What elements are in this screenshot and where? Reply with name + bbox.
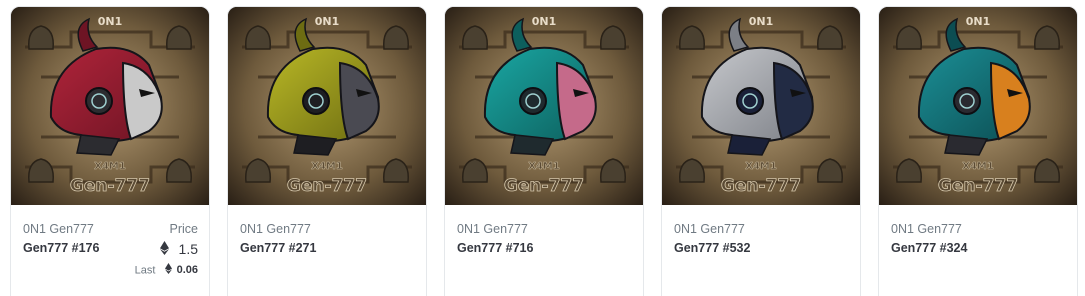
nft-image[interactable]: 0N1 X4M1 Gen-777 xyxy=(228,7,426,205)
nft-image[interactable]: 0N1 X4M1 Gen-777 xyxy=(445,7,643,205)
token-name[interactable]: Gen777 #324 xyxy=(891,239,1065,257)
card-info: 0N1 Gen777 Gen777 #324 xyxy=(879,205,1077,257)
nft-card-grid: 0N1 X4M1 Gen-777 0N1 Gen777 Gen777 #176 Pr… xyxy=(0,0,1085,296)
art-title-text: Gen-777 xyxy=(70,176,150,196)
token-name[interactable]: Gen777 #716 xyxy=(457,239,631,257)
last-sale: Last 0.06 xyxy=(135,263,198,278)
art-sub-text: X4M1 xyxy=(311,161,343,172)
last-value: 0.06 xyxy=(164,263,198,278)
collection-name[interactable]: 0N1 Gen777 xyxy=(240,221,414,237)
nft-card[interactable]: 0N1 X4M1 Gen-777 0N1 Gen777 Gen777 #271 xyxy=(227,6,427,296)
art-logo-text: 0N1 xyxy=(532,15,557,28)
card-info: 0N1 Gen777 Gen777 #716 xyxy=(445,205,643,257)
collection-name[interactable]: 0N1 Gen777 xyxy=(891,221,1065,237)
nft-card[interactable]: 0N1 X4M1 Gen-777 0N1 Gen777 Gen777 #324 xyxy=(878,6,1078,296)
art-sub-text: X4M1 xyxy=(94,161,126,172)
price-amount: 1.5 xyxy=(178,241,198,257)
nft-card[interactable]: 0N1 X4M1 Gen-777 0N1 Gen777 Gen777 #176 Pr… xyxy=(10,6,210,296)
art-logo-text: 0N1 xyxy=(315,15,340,28)
art-logo-text: 0N1 xyxy=(749,15,774,28)
art-logo-text: 0N1 xyxy=(966,15,991,28)
price-label: Price xyxy=(169,222,198,236)
token-name[interactable]: Gen777 #532 xyxy=(674,239,848,257)
last-label: Last xyxy=(134,264,156,277)
nft-artwork: 0N1 X4M1 Gen-777 xyxy=(879,7,1077,205)
art-title-text: Gen-777 xyxy=(504,176,584,196)
art-title-text: Gen-777 xyxy=(938,176,1018,196)
art-title-text: Gen-777 xyxy=(287,176,367,196)
art-sub-text: X4M1 xyxy=(745,161,777,172)
token-name[interactable]: Gen777 #271 xyxy=(240,239,414,257)
nft-image[interactable]: 0N1 X4M1 Gen-777 xyxy=(879,7,1077,205)
card-info: 0N1 Gen777 Gen777 #271 xyxy=(228,205,426,257)
last-amount: 0.06 xyxy=(176,264,198,277)
nft-card[interactable]: 0N1 X4M1 Gen-777 0N1 Gen777 Gen777 #716 xyxy=(444,6,644,296)
price-value: 1.5 xyxy=(135,239,198,261)
nft-image[interactable]: 0N1 X4M1 Gen-777 xyxy=(662,7,860,205)
price-block: Price 1.5 Last 0.06 xyxy=(135,221,198,278)
collection-name[interactable]: 0N1 Gen777 xyxy=(674,221,848,237)
art-logo-text: 0N1 xyxy=(98,15,123,28)
nft-image[interactable]: 0N1 X4M1 Gen-777 xyxy=(11,7,209,205)
nft-artwork: 0N1 X4M1 Gen-777 xyxy=(228,7,426,205)
art-sub-text: X4M1 xyxy=(962,161,994,172)
card-info: 0N1 Gen777 Gen777 #532 xyxy=(662,205,860,257)
nft-artwork: 0N1 X4M1 Gen-777 xyxy=(445,7,643,205)
art-sub-text: X4M1 xyxy=(528,161,560,172)
ethereum-icon xyxy=(159,240,169,260)
collection-name[interactable]: 0N1 Gen777 xyxy=(457,221,631,237)
nft-card[interactable]: 0N1 X4M1 Gen-777 0N1 Gen777 Gen777 #532 xyxy=(661,6,861,296)
nft-artwork: 0N1 X4M1 Gen-777 xyxy=(662,7,860,205)
card-info: 0N1 Gen777 Gen777 #176 Price 1.5 Last 0.… xyxy=(11,205,209,276)
ethereum-icon xyxy=(164,263,172,278)
art-title-text: Gen-777 xyxy=(721,176,801,196)
nft-artwork: 0N1 X4M1 Gen-777 xyxy=(11,7,209,205)
